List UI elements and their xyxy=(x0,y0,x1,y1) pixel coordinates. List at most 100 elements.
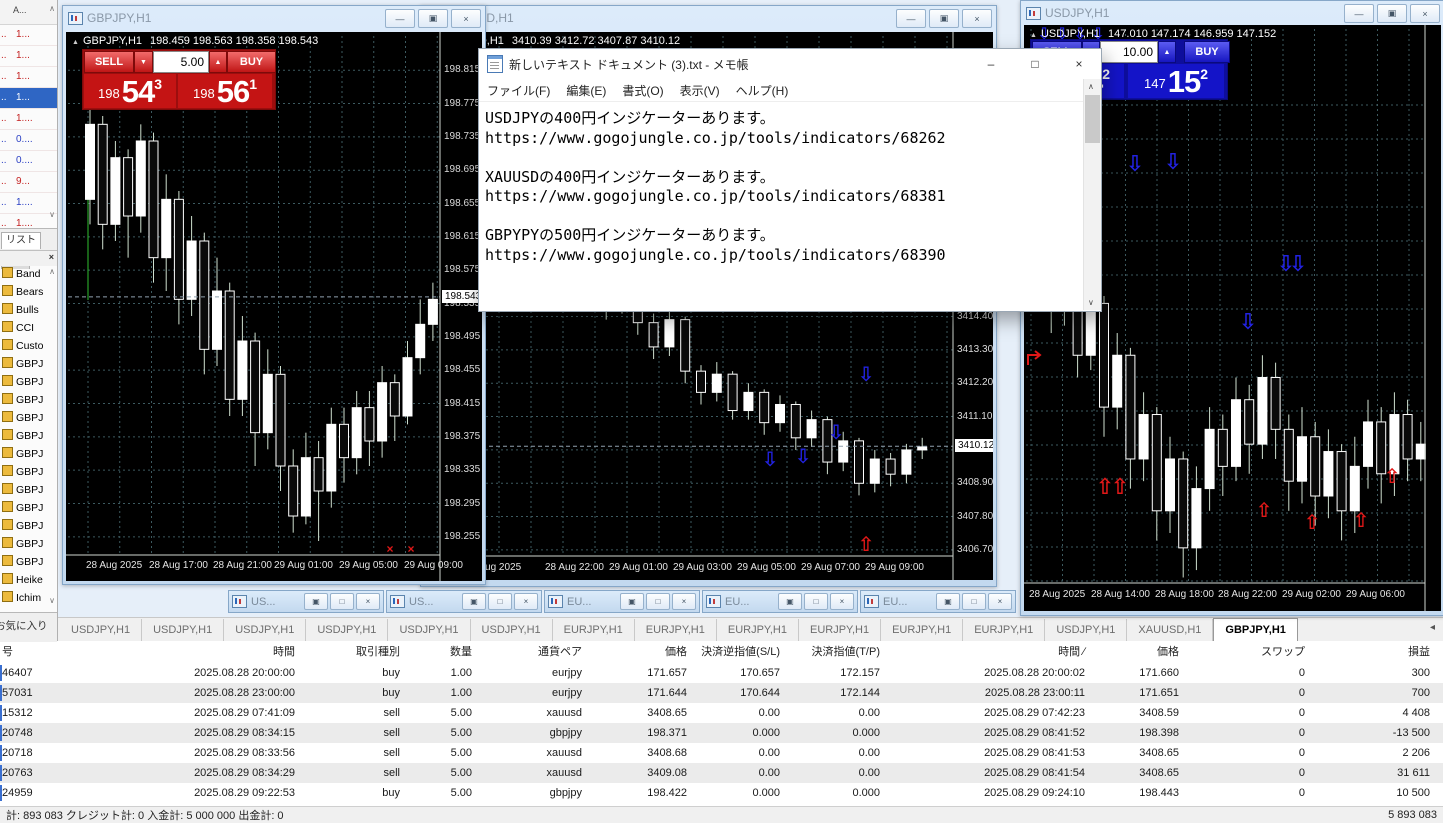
column-header[interactable]: 損益 xyxy=(1313,641,1438,663)
notepad-window[interactable]: 新しいテキスト ドキュメント (3).txt - メモ帳 – □ × ファイル(… xyxy=(478,48,1102,312)
table-row[interactable]: 57031 2025.08.28 23:00:00 buy 1.00 eurjpy 171… xyxy=(0,683,1443,703)
menu-help[interactable]: ヘルプ(H) xyxy=(728,82,797,99)
scroll-down-icon[interactable]: ∨ xyxy=(49,596,55,605)
minimized-chart-window[interactable]: EU... ▣ □ × xyxy=(860,590,1016,613)
minimize-icon[interactable]: — xyxy=(385,9,415,28)
restore-icon[interactable]: ▣ xyxy=(929,9,959,28)
close-icon[interactable]: × xyxy=(988,593,1012,610)
menu-file[interactable]: ファイル(F) xyxy=(479,82,558,99)
column-header[interactable]: 時間 xyxy=(86,641,303,663)
table-row[interactable]: 20763 2025.08.29 08:34:29 sell 5.00 xauusd 34… xyxy=(0,763,1443,783)
column-header[interactable]: 号 xyxy=(0,641,86,663)
minimized-chart-window[interactable]: US... ▣ □ × xyxy=(386,590,542,613)
bid-price[interactable]: 198 54 3 xyxy=(84,74,176,108)
watch-row[interactable]: .. 1.... xyxy=(0,109,57,130)
chart-window-gbpjpy[interactable]: GBPJPY,H1 — ▣ × × × ▲ GBPJPY,H1 198.459 198… xyxy=(62,5,486,585)
minimized-chart-window[interactable]: EU... ▣ □ × xyxy=(702,590,858,613)
restore-icon[interactable]: ▣ xyxy=(462,593,486,610)
chart-tab[interactable]: USDJPY,H1 xyxy=(388,619,471,642)
navigator-item[interactable]: Bulls xyxy=(0,301,57,319)
maximize-icon[interactable]: □ xyxy=(962,593,986,610)
chart-tab[interactable]: EURJPY,H1 xyxy=(717,619,799,642)
scroll-up-icon[interactable]: ∧ xyxy=(49,4,55,13)
collapse-icon[interactable]: ▲ xyxy=(72,39,79,46)
maximize-icon[interactable]: □ xyxy=(804,593,828,610)
watch-row[interactable]: .. 9... xyxy=(0,172,57,193)
navigator-item[interactable]: GBPJ xyxy=(0,535,57,553)
close-icon[interactable]: × xyxy=(830,593,854,610)
table-row[interactable]: 46407 2025.08.28 20:00:00 buy 1.00 eurjpy 171… xyxy=(0,663,1443,683)
spinner-up-icon[interactable]: ▲ xyxy=(209,51,227,73)
maximize-icon[interactable]: □ xyxy=(488,593,512,610)
buy-button[interactable]: BUY xyxy=(1184,41,1230,63)
chart-tab[interactable]: USDJPY,H1 xyxy=(142,619,225,642)
minimized-chart-window[interactable]: EU... ▣ □ × xyxy=(544,590,700,613)
table-row[interactable]: 20748 2025.08.29 08:34:15 sell 5.00 gbpjpy 19… xyxy=(0,723,1443,743)
menu-format[interactable]: 書式(O) xyxy=(614,82,671,99)
notepad-text[interactable]: USDJPYの400円インジケーターあります。 https://www.gogoj… xyxy=(485,109,1065,265)
chart-tab[interactable]: USDJPY,H1 xyxy=(1045,619,1128,642)
scroll-down-icon[interactable]: ∨ xyxy=(49,210,55,219)
chart-tab[interactable]: XAUUSD,H1 xyxy=(1127,619,1214,642)
navigator-item[interactable]: GBPJ xyxy=(0,553,57,571)
restore-icon[interactable]: ▣ xyxy=(418,9,448,28)
column-header[interactable]: 通貨ペア xyxy=(480,641,590,663)
navigator-item[interactable]: Bears xyxy=(0,283,57,301)
tab-list[interactable]: リスト xyxy=(1,232,41,249)
volume-input[interactable]: 10.00 xyxy=(1100,41,1158,63)
minimize-icon[interactable]: — xyxy=(896,9,926,28)
close-icon[interactable]: × xyxy=(1410,4,1440,23)
chart-tab[interactable]: EURJPY,H1 xyxy=(799,619,882,642)
navigator-item[interactable]: Heike xyxy=(0,571,57,589)
watch-row[interactable]: .. 1... xyxy=(0,67,57,88)
minimized-chart-window[interactable]: US... ▣ □ × xyxy=(228,590,384,613)
menu-view[interactable]: 表示(V) xyxy=(672,82,728,99)
restore-icon[interactable]: ▣ xyxy=(936,593,960,610)
chart-tab[interactable]: USDJPY,H1 xyxy=(224,619,307,642)
maximize-icon[interactable]: □ xyxy=(330,593,354,610)
minimize-icon[interactable]: – xyxy=(969,49,1013,78)
column-header-ask[interactable]: A... xyxy=(13,5,27,15)
window-titlebar[interactable]: GBPJPY,H1 — ▣ × xyxy=(63,6,485,30)
column-header[interactable]: 決済逆指値(S/L) xyxy=(695,641,788,663)
notepad-titlebar[interactable]: 新しいテキスト ドキュメント (3).txt - メモ帳 – □ × xyxy=(479,49,1101,79)
table-row[interactable]: 15312 2025.08.29 07:41:09 sell 5.00 xauusd 34… xyxy=(0,703,1443,723)
gbpjpy-chart-canvas[interactable]: × × xyxy=(66,32,482,581)
chart-tab[interactable]: EURJPY,H1 xyxy=(635,619,717,642)
navigator-item[interactable]: Custo xyxy=(0,337,57,355)
minimize-icon[interactable]: — xyxy=(1344,4,1374,23)
favorites-tab[interactable]: お気に入り xyxy=(0,612,57,642)
restore-icon[interactable]: ▣ xyxy=(778,593,802,610)
column-header[interactable]: 決済指値(T/P) xyxy=(788,641,888,663)
watch-row[interactable]: .. 0.... xyxy=(0,151,57,172)
chevron-down-icon[interactable]: ▼ xyxy=(134,51,153,73)
restore-icon[interactable]: ▣ xyxy=(304,593,328,610)
watch-row[interactable]: .. 1... xyxy=(0,25,57,46)
column-header[interactable]: 価格 xyxy=(590,641,695,663)
ask-price[interactable]: 198 56 1 xyxy=(178,74,272,108)
close-icon[interactable]: × xyxy=(672,593,696,610)
chart-tab[interactable]: EURJPY,H1 xyxy=(963,619,1046,642)
watch-row[interactable]: .. 0.... xyxy=(0,130,57,151)
buy-button[interactable]: BUY xyxy=(227,51,276,73)
chart-tab[interactable]: USDJPY,H1 xyxy=(306,619,389,642)
tab-scroll-icon[interactable]: ◂ xyxy=(1430,622,1435,633)
chart-tab-active[interactable]: GBPJPY,H1 xyxy=(1213,618,1298,643)
maximize-icon[interactable]: □ xyxy=(1013,49,1057,78)
scroll-up-icon[interactable]: ∧ xyxy=(49,267,55,276)
volume-input[interactable]: 5.00 xyxy=(153,51,209,73)
table-row[interactable]: 20718 2025.08.29 08:33:56 sell 5.00 xauusd 34… xyxy=(0,743,1443,763)
restore-icon[interactable]: ▣ xyxy=(1377,4,1407,23)
scrollbar-thumb[interactable] xyxy=(1085,95,1100,143)
column-header[interactable]: 価格 xyxy=(1093,641,1187,663)
navigator-item[interactable]: GBPJ xyxy=(0,355,57,373)
maximize-icon[interactable]: □ xyxy=(646,593,670,610)
column-header[interactable]: 数量 xyxy=(408,641,480,663)
close-icon[interactable]: × xyxy=(962,9,992,28)
ask-price[interactable]: 147 15 2 xyxy=(1128,64,1224,98)
sell-button[interactable]: SELL xyxy=(84,51,134,73)
collapse-icon[interactable]: ▲ xyxy=(1030,32,1037,39)
menu-edit[interactable]: 編集(E) xyxy=(558,82,614,99)
table-row[interactable]: 24959 2025.08.29 09:22:53 buy 5.00 gbpjpy 198… xyxy=(0,783,1443,803)
navigator-item[interactable]: GBPJ xyxy=(0,427,57,445)
